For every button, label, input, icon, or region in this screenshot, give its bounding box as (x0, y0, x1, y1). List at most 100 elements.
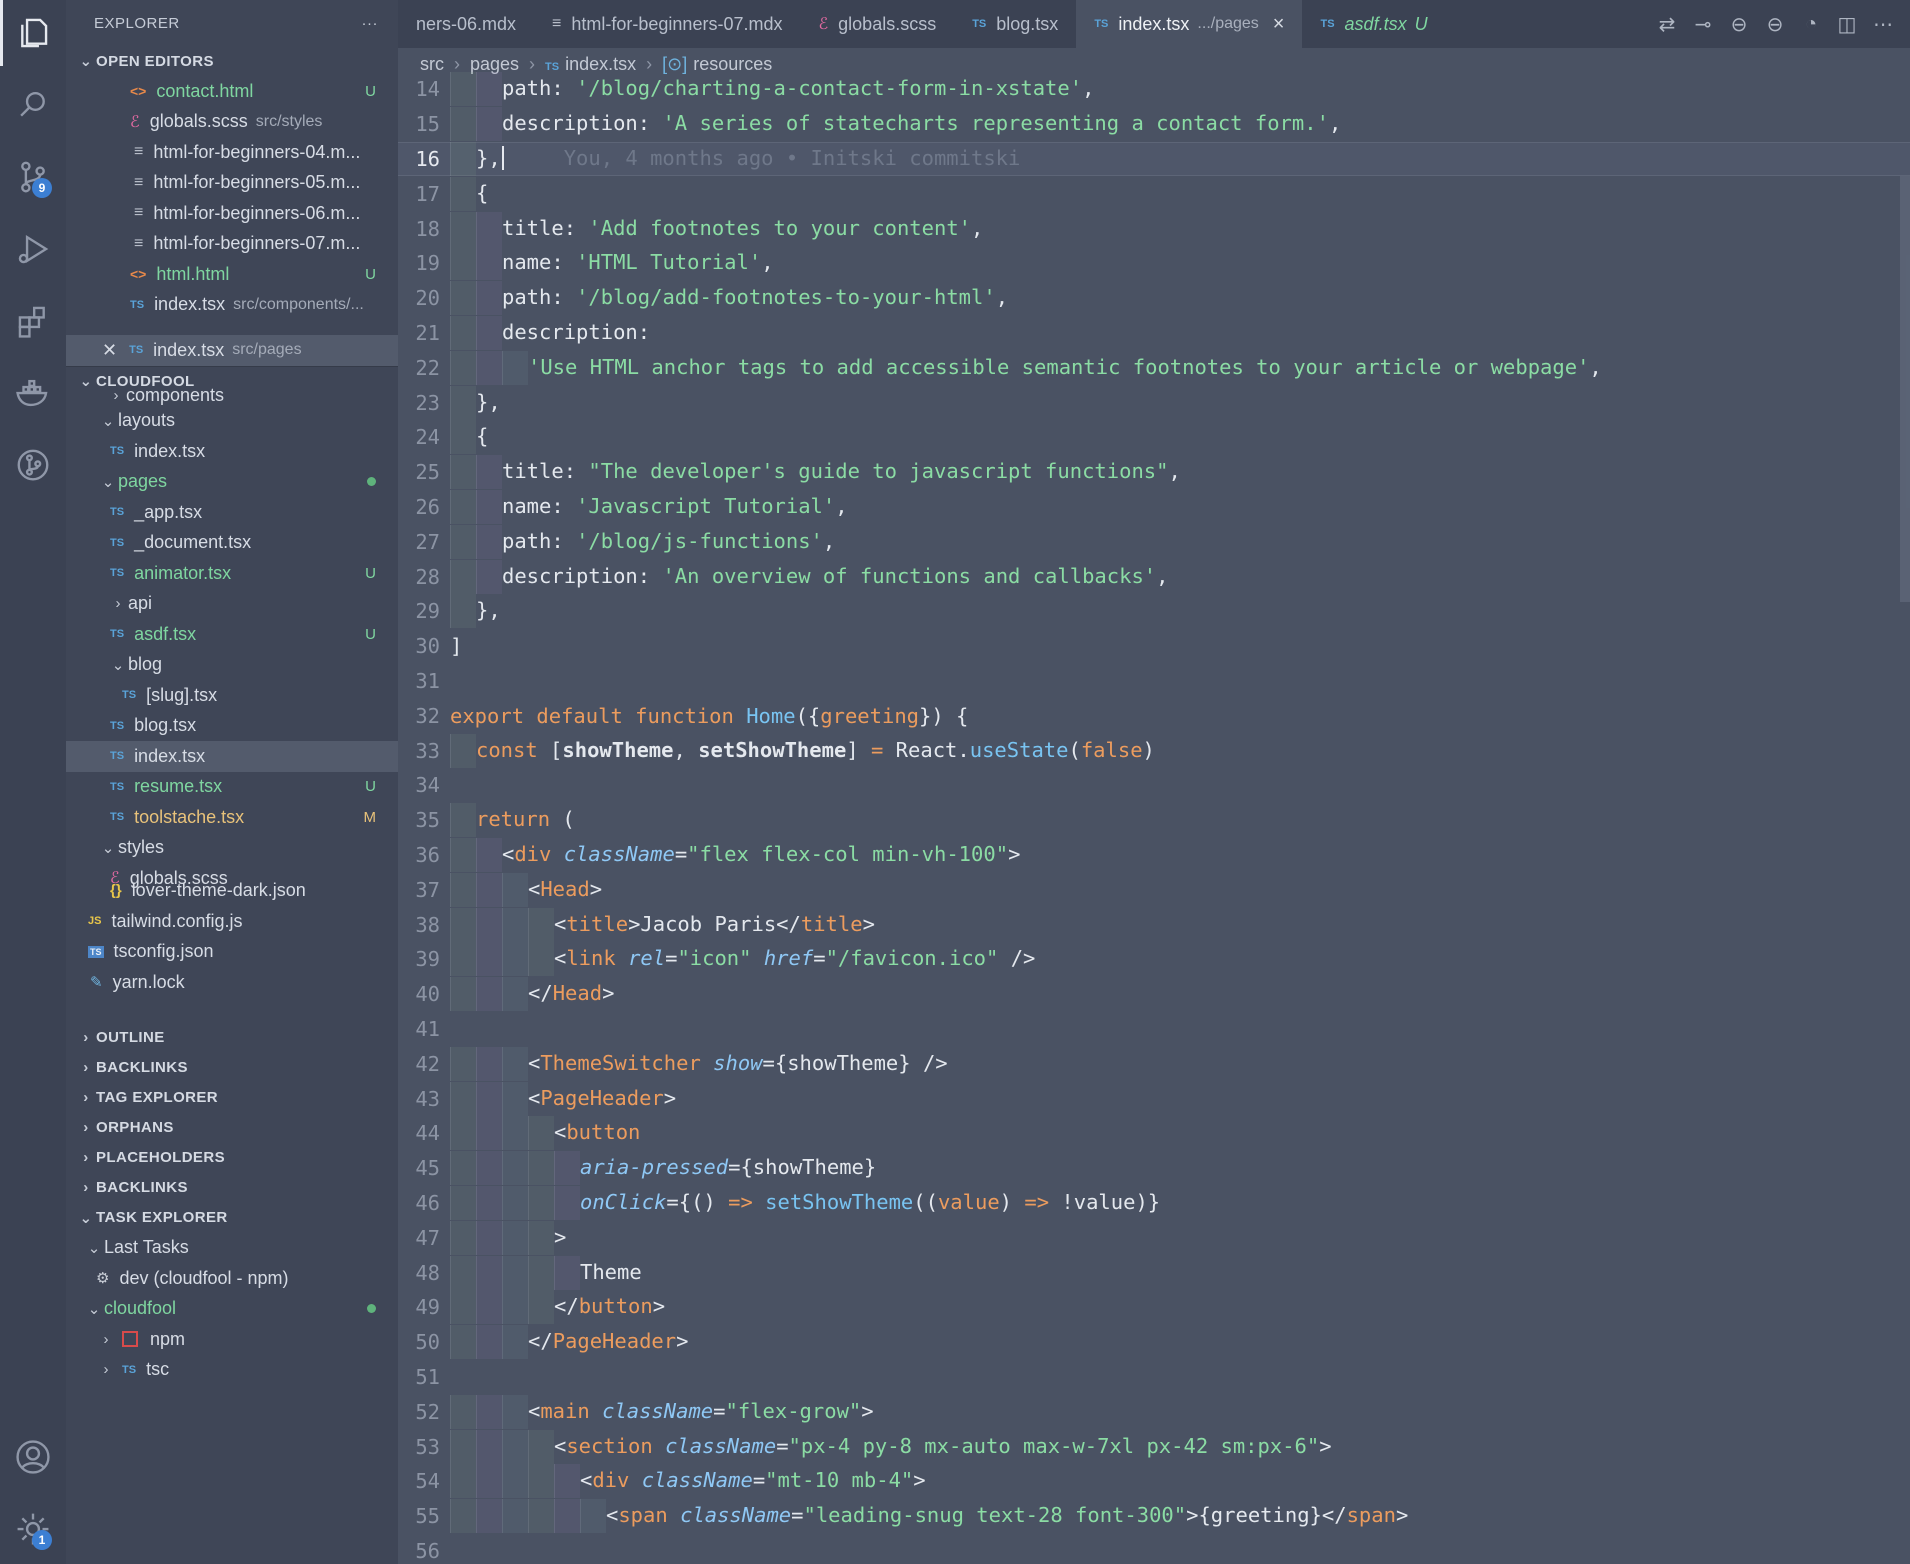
open-changes-icon[interactable]: ⇄ (1656, 12, 1678, 37)
panel-outline[interactable]: › OUTLINE (66, 1023, 398, 1053)
code-text: </PageHeader> (450, 1325, 688, 1360)
tree-folder-styles[interactable]: ⌄ styles (66, 833, 398, 864)
line-number: 39 (415, 947, 440, 972)
docker-icon[interactable] (0, 360, 66, 426)
explorer-icon[interactable] (0, 0, 66, 66)
next-change-icon[interactable]: ⊖ (1764, 12, 1786, 37)
task-group-last[interactable]: ⌄ Last Tasks (66, 1233, 398, 1264)
tree-folder-pages[interactable]: ⌄ pages (66, 467, 398, 498)
tab-label: html-for-beginners-07.mdx (571, 13, 783, 34)
tree-file[interactable]: TS toolstache.tsx M (66, 802, 398, 833)
code-line-29: 29}, (398, 594, 1910, 629)
open-editor-item[interactable]: ≡ html-for-beginners-06.m... (66, 198, 398, 229)
split-editor-icon[interactable]: ◫ (1836, 12, 1858, 37)
panel-orphans[interactable]: › ORPHANS (66, 1113, 398, 1143)
indent-guide (476, 246, 502, 281)
markdown-file-icon: ≡ (552, 15, 562, 32)
open-editor-item-active[interactable]: ✕ TS index.tsx src/pages (66, 335, 398, 366)
more-actions-icon[interactable]: ⋯ (1872, 12, 1894, 37)
tree-file[interactable]: TS blog.tsx (66, 711, 398, 742)
open-editor-item[interactable]: ℰ globals.scss src/styles (66, 107, 398, 138)
open-editors-label: OPEN EDITORS (96, 52, 214, 70)
code-line-44: 44 <button (398, 1116, 1910, 1151)
tree-folder-components[interactable]: › components (66, 386, 398, 406)
code-line-46: 46 onClick={() => setShowTheme((value) =>… (398, 1185, 1910, 1221)
tree-file[interactable]: TS _app.tsx (66, 497, 398, 528)
code-line-48: 48 Theme (398, 1255, 1910, 1290)
indent-guide (502, 1429, 528, 1464)
tree-folder-blog[interactable]: ⌄ blog (66, 650, 398, 681)
open-editor-item[interactable]: TS index.tsx src/components/... (66, 290, 398, 321)
tree-folder-api[interactable]: › api (66, 589, 398, 620)
task-item[interactable]: ⚙ dev (cloudfool - npm) (66, 1263, 398, 1294)
tab-blog-tsx[interactable]: TS blog.tsx (954, 0, 1076, 48)
task-group-cloudfool[interactable]: ⌄ cloudfool (66, 1294, 398, 1325)
close-icon[interactable]: ✕ (102, 340, 117, 361)
code-line-17: 17 { (398, 176, 1910, 211)
open-editors-header[interactable]: ⌄ OPEN EDITORS (66, 46, 398, 76)
file-name: animator.tsx (134, 562, 232, 583)
tab-globals-scss[interactable]: ℰglobals.scss (800, 0, 954, 48)
timeline-icon[interactable]: ◔ (1800, 13, 1822, 36)
line-number: 25 (415, 460, 440, 485)
file-name: contact.html (156, 80, 254, 101)
tree-folder-layouts[interactable]: ⌄ layouts (66, 406, 398, 437)
file-tree-root-files: {} lover-theme-dark.json JS tailwind.confi… (66, 876, 398, 998)
typescript-file-icon: TS (110, 506, 125, 519)
panel-backlinks[interactable]: › BACKLINKS (66, 1053, 398, 1083)
code-line-40: 40 </Head> (398, 977, 1910, 1012)
open-editor-item[interactable]: <> html.html U (66, 259, 398, 290)
tree-file[interactable]: TS _document.tsx (66, 528, 398, 559)
panel-task-explorer[interactable]: ⌄ TASK EXPLORER (66, 1203, 398, 1233)
git-commit-icon[interactable]: ⊸ (1692, 12, 1714, 37)
typescript-file-icon: TS (110, 536, 125, 549)
settings-gear-icon[interactable]: 1 (0, 1496, 66, 1562)
extensions-icon[interactable] (0, 288, 66, 354)
tree-file[interactable]: TS asdf.tsx U (66, 619, 398, 650)
task-group-npm[interactable]: › npm (66, 1324, 398, 1355)
previous-change-icon[interactable]: ⊖ (1728, 12, 1750, 37)
search-icon[interactable] (0, 72, 66, 138)
tab-html-for-beginners-07[interactable]: ≡ html-for-beginners-07.mdx (534, 0, 800, 48)
code-line-45: 45 aria-pressed={showTheme} (398, 1151, 1910, 1186)
indent-guide (476, 942, 502, 977)
run-debug-icon[interactable] (0, 216, 66, 282)
tree-file[interactable]: ✎ yarn.lock (66, 967, 398, 998)
indent-guide (502, 977, 528, 1012)
gear-icon: ⚙ (96, 1270, 110, 1288)
panel-placeholders[interactable]: › PLACEHOLDERS (66, 1143, 398, 1173)
sidebar-title: EXPLORER (94, 14, 180, 32)
tree-file[interactable]: JS tailwind.config.js (66, 906, 398, 937)
task-group-tsc[interactable]: › TS tsc (66, 1355, 398, 1386)
open-editor-item[interactable]: ≡ html-for-beginners-05.m... (66, 168, 398, 199)
indent-guide (450, 385, 476, 420)
panel-backlinks-2[interactable]: › BACKLINKS (66, 1173, 398, 1203)
tree-file[interactable]: TS tsconfig.json (66, 937, 398, 968)
open-editor-item[interactable]: ≡ html-for-beginners-04.m... (66, 137, 398, 168)
code-editor[interactable]: 14 path: '/blog/charting-a-contact-form-i… (398, 72, 1910, 1564)
source-control-icon[interactable]: 9 (0, 144, 66, 210)
git-graph-icon[interactable] (0, 432, 66, 498)
tree-file[interactable]: {} lover-theme-dark.json (66, 876, 398, 907)
code-line-42: 42 <ThemeSwitcher show={showTheme} /> (398, 1046, 1910, 1081)
tab-asdf-tsx[interactable]: TS asdf.tsx U (1302, 0, 1445, 48)
indent-guide (502, 1464, 528, 1499)
tree-file[interactable]: TS [slug].tsx (66, 680, 398, 711)
string-literal: 'An overview of functions and callbacks' (662, 563, 1157, 588)
indent-guide (476, 211, 502, 246)
tree-file[interactable]: TS index.tsx (66, 436, 398, 467)
line-number: 43 (415, 1086, 440, 1111)
account-icon[interactable] (0, 1424, 66, 1490)
tab-ners-06[interactable]: ners-06.mdx (398, 0, 534, 48)
code-line-22: 22 'Use HTML anchor tags to add accessibl… (398, 350, 1910, 385)
more-actions-icon[interactable]: ··· (362, 15, 379, 32)
tree-file-selected[interactable]: TS index.tsx (66, 741, 398, 772)
open-editor-item[interactable]: <> contact.html U (66, 76, 398, 107)
close-icon[interactable]: × (1273, 13, 1285, 36)
panel-tag-explorer[interactable]: › TAG EXPLORER (66, 1083, 398, 1113)
tab-index-tsx[interactable]: TS index.tsx .../pages × (1076, 0, 1303, 48)
open-editor-item[interactable]: ≡ html-for-beginners-07.m... (66, 229, 398, 260)
tree-file[interactable]: TS animator.tsx U (66, 558, 398, 589)
indent-guide (502, 1081, 528, 1116)
tree-file[interactable]: TS resume.tsx U (66, 772, 398, 803)
